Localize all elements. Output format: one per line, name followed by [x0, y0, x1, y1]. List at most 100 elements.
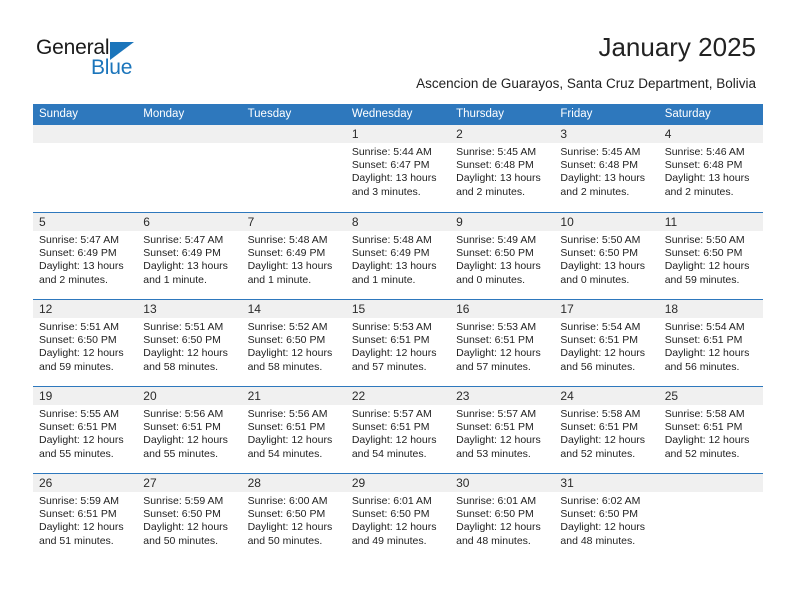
day-number: 17 — [560, 302, 574, 316]
day-detail-line: Daylight: 12 hours — [456, 521, 541, 534]
day-detail-line: and 3 minutes. — [351, 185, 421, 198]
day-detail-line: Daylight: 13 hours — [560, 260, 646, 273]
weekday-header-friday: Friday — [560, 108, 593, 120]
day-detail-line: Sunrise: 5:48 AM — [247, 234, 328, 246]
day-number-band: 9 — [450, 213, 555, 231]
day-number: 30 — [456, 476, 470, 490]
calendar-day-cell-27[interactable]: 27 Sunrise: 5:59 AM Sunset: 6:50 PM Dayligh… — [137, 474, 242, 560]
calendar-day-cell-14[interactable]: 14 Sunrise: 5:52 AM Sunset: 6:50 PM Dayligh… — [241, 300, 346, 386]
day-detail-line: Sunrise: 5:54 AM — [664, 321, 745, 333]
day-detail-line: Sunset: 6:48 PM — [560, 159, 639, 172]
day-number-band: 13 — [137, 300, 242, 318]
day-detail-lines: Sunrise: 5:45 AM Sunset: 6:48 PM Daylight:… — [554, 143, 658, 199]
calendar-day-cell-20[interactable]: 20 Sunrise: 5:56 AM Sunset: 6:51 PM Dayligh… — [137, 387, 242, 473]
day-detail-line: Sunset: 6:50 PM — [456, 247, 534, 260]
calendar-day-cell-25[interactable]: 25 Sunrise: 5:58 AM Sunset: 6:51 PM Dayligh… — [658, 387, 763, 473]
calendar-day-cell-29[interactable]: 29 Sunrise: 6:01 AM Sunset: 6:50 PM Dayligh… — [345, 474, 451, 560]
day-detail-lines: Sunrise: 5:48 AM Sunset: 6:49 PM Daylight:… — [346, 231, 450, 287]
day-number: 29 — [351, 476, 366, 490]
calendar-day-cell-4[interactable]: 4 Sunrise: 5:46 AM Sunset: 6:48 PM Daylight… — [658, 125, 763, 212]
day-number-band: 20 — [137, 387, 242, 405]
day-number-band: 6 — [137, 213, 242, 231]
day-number: 26 — [39, 476, 53, 490]
day-detail-line: Daylight: 12 hours — [351, 434, 437, 447]
day-number-band: 12 — [33, 300, 138, 318]
day-detail-line: and 56 minutes. — [560, 360, 636, 373]
calendar-day-cell-1[interactable]: 1 Sunrise: 5:44 AM Sunset: 6:47 PM Daylight… — [345, 125, 451, 212]
day-number-band — [33, 125, 138, 143]
day-detail-lines: Sunrise: 5:54 AM Sunset: 6:51 PM Daylight:… — [554, 318, 658, 374]
calendar-day-cell-12[interactable]: 12 Sunrise: 5:51 AM Sunset: 6:50 PM Dayligh… — [33, 300, 138, 386]
calendar-day-cell-31[interactable]: 31 Sunrise: 6:02 AM Sunset: 6:50 PM Dayligh… — [554, 474, 659, 560]
calendar-day-cell-16[interactable]: 16 Sunrise: 5:53 AM Sunset: 6:51 PM Dayligh… — [450, 300, 555, 386]
day-detail-line: Sunset: 6:48 PM — [664, 159, 743, 172]
day-detail-line: Daylight: 12 hours — [39, 434, 124, 447]
calendar-day-cell-2[interactable]: 2 Sunrise: 5:45 AM Sunset: 6:48 PM Daylight… — [450, 125, 555, 212]
calendar-day-cell-13[interactable]: 13 Sunrise: 5:51 AM Sunset: 6:50 PM Dayligh… — [137, 300, 242, 386]
day-number-band: 3 — [554, 125, 659, 143]
day-detail-line: and 2 minutes. — [39, 273, 108, 286]
day-number-band: 28 — [241, 474, 346, 492]
general-blue-logo[interactable]: General Blue — [36, 36, 196, 82]
day-detail-line: Sunrise: 5:49 AM — [456, 234, 537, 246]
day-detail-line: Daylight: 12 hours — [456, 434, 541, 447]
day-number: 8 — [351, 215, 359, 229]
day-detail-line: Daylight: 12 hours — [560, 347, 646, 360]
day-detail-line: Daylight: 12 hours — [664, 434, 750, 447]
day-number-band: 21 — [241, 387, 346, 405]
day-number-band: 18 — [658, 300, 763, 318]
day-detail-line: and 54 minutes. — [247, 447, 323, 460]
weekday-header-tuesday: Tuesday — [247, 108, 292, 120]
day-number-band: 29 — [345, 474, 451, 492]
calendar-day-cell-30[interactable]: 30 Sunrise: 6:01 AM Sunset: 6:50 PM Dayligh… — [450, 474, 555, 560]
day-detail-line: and 52 minutes. — [664, 447, 740, 460]
day-number: 11 — [664, 215, 678, 229]
day-detail-line: Daylight: 12 hours — [143, 434, 228, 447]
day-detail-line: and 50 minutes. — [143, 534, 218, 547]
day-detail-line: Sunrise: 6:00 AM — [247, 495, 328, 507]
day-detail-line: Sunset: 6:51 PM — [456, 421, 534, 434]
calendar-day-cell-5[interactable]: 5 Sunrise: 5:47 AM Sunset: 6:49 PM Daylight… — [33, 213, 138, 299]
calendar-day-cell-11[interactable]: 11 Sunrise: 5:50 AM Sunset: 6:50 PM Dayligh… — [658, 213, 763, 299]
day-detail-line: and 54 minutes. — [351, 447, 427, 460]
calendar-day-cell-7[interactable]: 7 Sunrise: 5:48 AM Sunset: 6:49 PM Daylight… — [241, 213, 346, 299]
calendar-day-cell-15[interactable]: 15 Sunrise: 5:53 AM Sunset: 6:51 PM Dayligh… — [345, 300, 451, 386]
calendar-day-cell-empty — [658, 474, 763, 560]
day-detail-line: and 0 minutes. — [456, 273, 526, 286]
calendar-day-cell-19[interactable]: 19 Sunrise: 5:55 AM Sunset: 6:51 PM Dayligh… — [33, 387, 138, 473]
calendar-day-cell-21[interactable]: 21 Sunrise: 5:56 AM Sunset: 6:51 PM Dayligh… — [241, 387, 346, 473]
day-detail-lines: Sunrise: 5:44 AM Sunset: 6:47 PM Daylight:… — [346, 143, 450, 199]
day-number: 23 — [456, 389, 470, 403]
day-detail-line: Sunset: 6:50 PM — [143, 508, 221, 521]
day-detail-line: Daylight: 12 hours — [247, 347, 333, 360]
calendar-day-cell-empty — [33, 125, 138, 212]
day-detail-line: and 53 minutes. — [456, 447, 531, 460]
calendar-day-cell-empty — [241, 125, 346, 212]
calendar-day-cell-28[interactable]: 28 Sunrise: 6:00 AM Sunset: 6:50 PM Dayligh… — [241, 474, 346, 560]
day-number: 9 — [456, 215, 463, 229]
day-detail-lines: Sunrise: 5:47 AM Sunset: 6:49 PM Daylight:… — [137, 231, 241, 287]
calendar-day-cell-24[interactable]: 24 Sunrise: 5:58 AM Sunset: 6:51 PM Dayligh… — [554, 387, 659, 473]
day-detail-line: Sunset: 6:51 PM — [143, 421, 221, 434]
calendar-day-cell-17[interactable]: 17 Sunrise: 5:54 AM Sunset: 6:51 PM Dayligh… — [554, 300, 659, 386]
calendar-day-cell-10[interactable]: 10 Sunrise: 5:50 AM Sunset: 6:50 PM Dayligh… — [554, 213, 659, 299]
calendar-day-cell-26[interactable]: 26 Sunrise: 5:59 AM Sunset: 6:51 PM Dayligh… — [33, 474, 138, 560]
calendar-day-cell-9[interactable]: 9 Sunrise: 5:49 AM Sunset: 6:50 PM Daylight… — [450, 213, 555, 299]
weekday-header-monday: Monday — [143, 108, 185, 120]
day-detail-line: Daylight: 12 hours — [247, 434, 333, 447]
day-detail-line: Daylight: 13 hours — [143, 260, 228, 273]
day-detail-line: Daylight: 13 hours — [247, 260, 333, 273]
calendar-day-cell-3[interactable]: 3 Sunrise: 5:45 AM Sunset: 6:48 PM Daylight… — [554, 125, 659, 212]
day-detail-line: and 49 minutes. — [351, 534, 427, 547]
day-detail-line: Sunset: 6:50 PM — [39, 334, 117, 347]
calendar-day-cell-23[interactable]: 23 Sunrise: 5:57 AM Sunset: 6:51 PM Dayligh… — [450, 387, 555, 473]
calendar-day-cell-22[interactable]: 22 Sunrise: 5:57 AM Sunset: 6:51 PM Dayligh… — [345, 387, 451, 473]
day-number-band — [137, 125, 242, 143]
day-detail-line: and 57 minutes. — [456, 360, 531, 373]
day-detail-line: Daylight: 12 hours — [39, 521, 124, 534]
calendar-week-row: 26 Sunrise: 5:59 AM Sunset: 6:51 PM Dayligh… — [33, 473, 763, 560]
day-detail-lines: Sunrise: 5:51 AM Sunset: 6:50 PM Daylight:… — [33, 318, 137, 374]
calendar-day-cell-6[interactable]: 6 Sunrise: 5:47 AM Sunset: 6:49 PM Daylight… — [137, 213, 242, 299]
calendar-day-cell-8[interactable]: 8 Sunrise: 5:48 AM Sunset: 6:49 PM Daylight… — [345, 213, 451, 299]
calendar-day-cell-18[interactable]: 18 Sunrise: 5:54 AM Sunset: 6:51 PM Dayligh… — [658, 300, 763, 386]
